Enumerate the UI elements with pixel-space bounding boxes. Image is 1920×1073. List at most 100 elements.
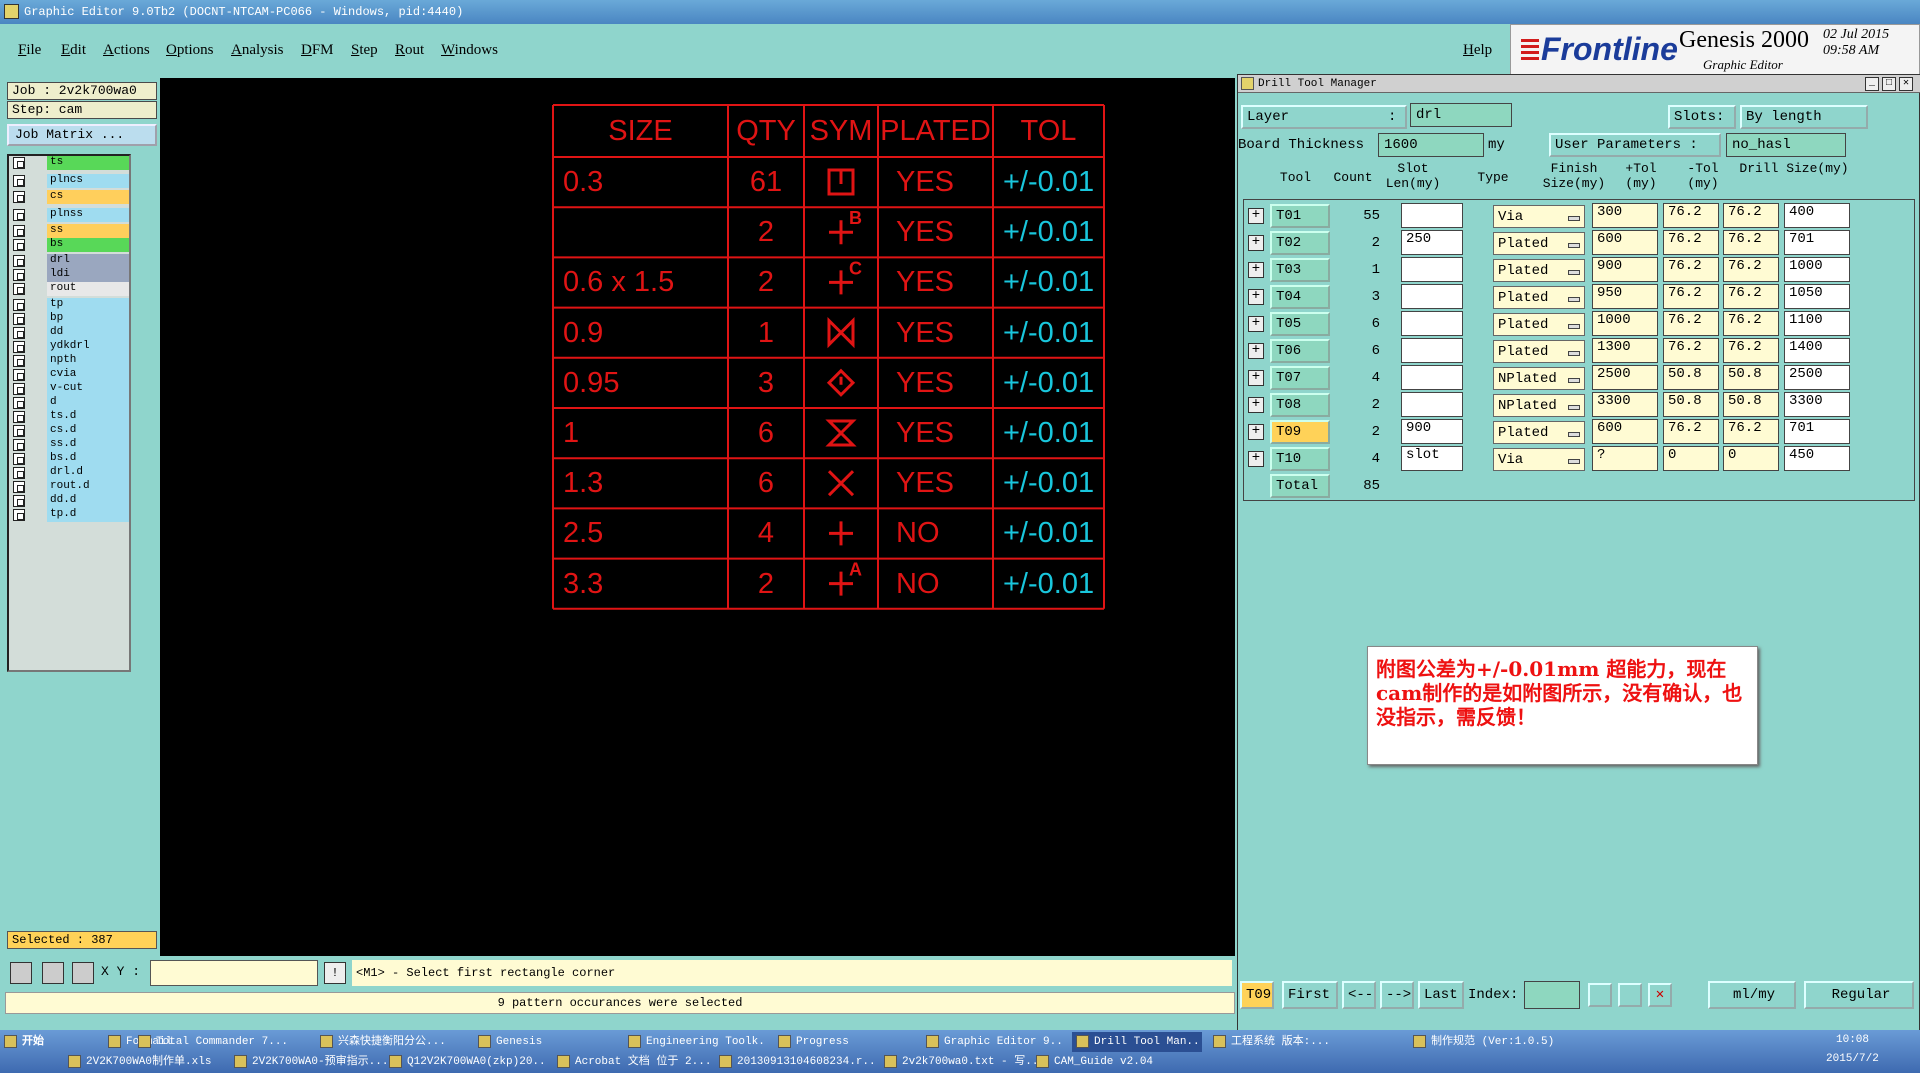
layer-row[interactable]: cs xyxy=(11,190,129,204)
last-button[interactable]: Last xyxy=(1418,981,1464,1009)
layer-row[interactable]: d xyxy=(11,396,129,410)
menu-dfm[interactable]: DFM xyxy=(301,42,334,59)
layer-checkbox[interactable] xyxy=(13,369,25,381)
menu-edit[interactable]: Edit xyxy=(61,42,86,59)
layer-checkbox[interactable] xyxy=(13,341,25,353)
layer-row[interactable]: v-cut xyxy=(11,382,129,396)
layer-row[interactable]: bs xyxy=(11,238,129,252)
taskbar-item[interactable]: Graphic Editor 9... xyxy=(922,1032,1062,1052)
taskbar-item[interactable]: Engineering Toolk... xyxy=(624,1032,764,1052)
finish-size-input[interactable]: 1000 xyxy=(1592,311,1658,336)
type-dropdown[interactable]: Plated xyxy=(1493,259,1585,282)
plus-tol-input[interactable]: 0 xyxy=(1663,446,1719,471)
plus-tol-input[interactable]: 76.2 xyxy=(1663,257,1719,282)
minus-tol-input[interactable]: 0 xyxy=(1723,446,1779,471)
finish-size-input[interactable]: 300 xyxy=(1592,203,1658,228)
layer-checkbox[interactable] xyxy=(13,467,25,479)
layer-checkbox[interactable] xyxy=(13,425,25,437)
minus-tol-input[interactable]: 50.8 xyxy=(1723,365,1779,390)
info-icon[interactable]: ! xyxy=(324,962,346,984)
type-dropdown[interactable]: Plated xyxy=(1493,232,1585,255)
graphic-canvas[interactable]: BCA SIZE QTY SYM PLATED TOL 0.3 61 YES +/-0.01 2 Y… xyxy=(160,78,1235,956)
taskbar-item[interactable]: 2V2K700WA0-预审指示... xyxy=(230,1052,390,1072)
expand-icon[interactable]: + xyxy=(1248,289,1264,305)
minus-tol-input[interactable]: 76.2 xyxy=(1723,311,1779,336)
finish-size-input[interactable]: 600 xyxy=(1592,230,1658,255)
menu-rout[interactable]: Rout xyxy=(395,42,424,59)
index-input[interactable] xyxy=(1524,981,1580,1009)
layer-row[interactable]: drl.d xyxy=(11,466,129,480)
layer-row[interactable]: ts.d xyxy=(11,410,129,424)
finish-size-input[interactable]: ? xyxy=(1592,446,1658,471)
taskbar-item[interactable]: Progress xyxy=(774,1032,884,1052)
layer-value-field[interactable]: drl xyxy=(1410,103,1512,127)
tool-button[interactable]: T05 xyxy=(1270,312,1330,336)
layer-row[interactable]: plncs xyxy=(11,174,129,188)
taskbar-item[interactable]: Drill Tool Man... xyxy=(1072,1032,1202,1052)
drill-size-input[interactable]: 701 xyxy=(1784,419,1850,444)
type-dropdown[interactable]: NPlated xyxy=(1493,367,1585,390)
expand-icon[interactable]: + xyxy=(1248,235,1264,251)
layer-checkbox[interactable] xyxy=(13,313,25,325)
job-matrix-button[interactable]: Job Matrix ... xyxy=(7,124,157,146)
slot-length-input[interactable] xyxy=(1401,392,1463,417)
taskbar-item[interactable]: 制作规范 (Ver:1.0.5) xyxy=(1409,1032,1559,1052)
layer-row[interactable]: drl xyxy=(11,254,129,268)
tool-button[interactable]: T01 xyxy=(1270,204,1330,228)
units-dropdown[interactable]: ml/my xyxy=(1708,981,1796,1009)
user-parameters-button[interactable]: User Parameters : xyxy=(1549,133,1721,157)
layer-checkbox[interactable] xyxy=(13,509,25,521)
slots-dropdown[interactable]: By length xyxy=(1740,105,1868,129)
taskbar-item[interactable]: 2v2k700wa0.txt - 写... xyxy=(880,1052,1040,1072)
user-parameters-value[interactable]: no_hasl xyxy=(1726,133,1846,157)
maximize-icon[interactable]: □ xyxy=(1882,77,1896,91)
drill-size-input[interactable]: 3300 xyxy=(1784,392,1850,417)
drill-size-input[interactable]: 1100 xyxy=(1784,311,1850,336)
tool-button[interactable]: T03 xyxy=(1270,258,1330,282)
minus-tol-input[interactable]: 76.2 xyxy=(1723,419,1779,444)
layer-row[interactable]: tp.d xyxy=(11,508,129,522)
layer-checkbox[interactable] xyxy=(13,495,25,507)
expand-icon[interactable]: + xyxy=(1248,208,1264,224)
type-dropdown[interactable]: Plated xyxy=(1493,286,1585,309)
layer-checkbox[interactable] xyxy=(13,269,25,281)
minimize-icon[interactable]: _ xyxy=(1865,77,1879,91)
tool-button[interactable]: T10 xyxy=(1270,447,1330,471)
type-dropdown[interactable]: Plated xyxy=(1493,421,1585,444)
grid-icon[interactable] xyxy=(72,962,94,984)
expand-icon[interactable]: + xyxy=(1248,451,1264,467)
start-button[interactable]: 开始 xyxy=(0,1032,64,1052)
layer-row[interactable]: bp xyxy=(11,312,129,326)
expand-icon[interactable]: + xyxy=(1248,343,1264,359)
slot-length-input[interactable] xyxy=(1401,203,1463,228)
taskbar-item[interactable]: 2V2K700WA0制作单.xls xyxy=(64,1052,224,1072)
slot-length-input[interactable] xyxy=(1401,338,1463,363)
tool-button[interactable]: T09 xyxy=(1270,420,1330,444)
layer-checkbox[interactable] xyxy=(13,453,25,465)
prev-button[interactable]: <-- xyxy=(1342,981,1376,1009)
close-icon[interactable]: ✕ xyxy=(1899,77,1913,91)
minus-tol-input[interactable]: 76.2 xyxy=(1723,230,1779,255)
layer-row[interactable]: ydkdrl xyxy=(11,340,129,354)
layer-checkbox[interactable] xyxy=(13,383,25,395)
minus-tol-input[interactable]: 76.2 xyxy=(1723,338,1779,363)
cancel-icon[interactable]: ✕ xyxy=(1648,983,1672,1007)
layer-row[interactable]: plnss xyxy=(11,208,129,222)
plus-tol-input[interactable]: 76.2 xyxy=(1663,311,1719,336)
expand-icon[interactable]: + xyxy=(1248,370,1264,386)
slot-length-input[interactable]: 250 xyxy=(1401,230,1463,255)
finish-size-input[interactable]: 1300 xyxy=(1592,338,1658,363)
layer-checkbox[interactable] xyxy=(13,225,25,237)
expand-icon[interactable]: + xyxy=(1248,424,1264,440)
first-button[interactable]: First xyxy=(1282,981,1338,1009)
layer-list[interactable]: ts plncs cs plnss ss bs drl ldi rout tp bp dd ydkdrl… xyxy=(7,154,131,672)
layer-row[interactable]: ss.d xyxy=(11,438,129,452)
zoom-icon[interactable] xyxy=(10,962,32,984)
minus-tol-input[interactable]: 76.2 xyxy=(1723,284,1779,309)
slot-length-input[interactable]: slot xyxy=(1401,446,1463,471)
menu-step[interactable]: Step xyxy=(351,42,378,59)
layer-row[interactable]: npth xyxy=(11,354,129,368)
tool-button[interactable]: T07 xyxy=(1270,366,1330,390)
slot-length-input[interactable] xyxy=(1401,257,1463,282)
plus-tol-input[interactable]: 76.2 xyxy=(1663,284,1719,309)
